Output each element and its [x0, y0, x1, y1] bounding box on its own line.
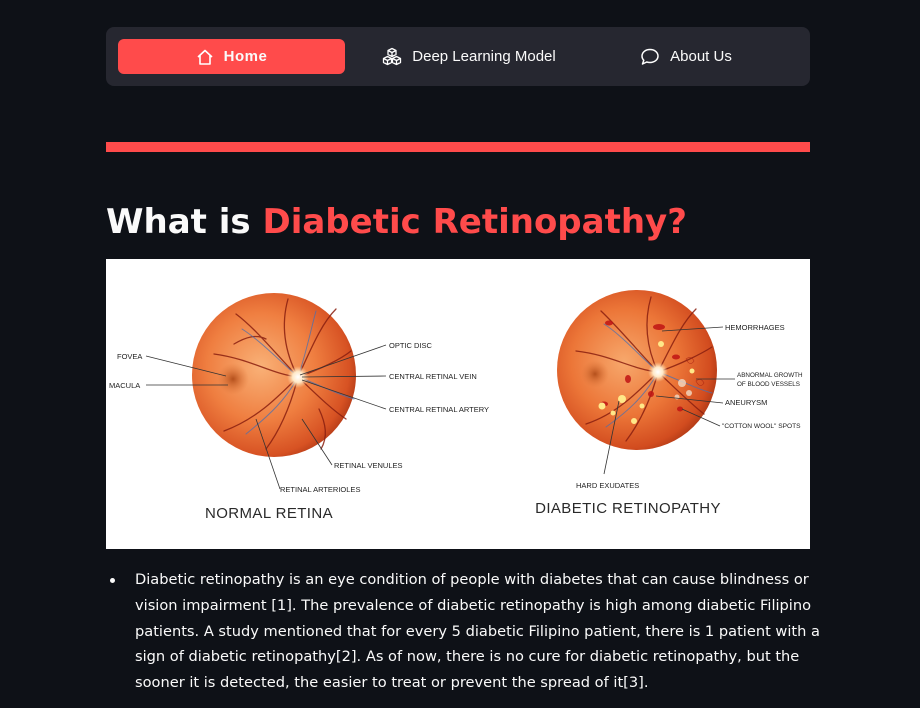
- label-hard-exudates: HARD EXUDATES: [576, 481, 639, 490]
- label-abnormal-growth-line2: OF BLOOD VESSELS: [737, 381, 800, 388]
- list-item: Diabetic retinopathy is an eye condition…: [110, 567, 839, 696]
- label-cotton-wool-spots: "COTTON WOOL" SPOTS: [722, 423, 801, 430]
- nav-about-us-label: About Us: [670, 48, 732, 65]
- retina-comparison-figure: FOVEA MACULA OPTIC DISC CENTRAL RETINAL …: [106, 259, 810, 549]
- caption-diabetic-retinopathy: DIABETIC RETINOPATHY: [535, 500, 721, 517]
- normal-fovea: [217, 363, 249, 395]
- nav-about-us-button[interactable]: About Us: [586, 39, 786, 74]
- normal-retina-eye: [192, 293, 356, 457]
- section-divider: [106, 142, 810, 152]
- caption-normal-retina: NORMAL RETINA: [205, 505, 333, 522]
- label-fovea: FOVEA: [117, 352, 142, 361]
- label-central-retinal-vein: CENTRAL RETINAL VEIN: [389, 372, 477, 381]
- label-abnormal-growth-line1: ABNORMAL GROWTH: [737, 372, 803, 379]
- nav-deep-learning-label: Deep Learning Model: [412, 48, 556, 65]
- info-bullet-list: Diabetic retinopathy is an eye condition…: [106, 567, 839, 696]
- title-highlight: Diabetic Retinopathy?: [262, 202, 687, 242]
- title-prefix: What is: [106, 202, 263, 242]
- page-title: What is Diabetic Retinopathy?: [106, 198, 687, 246]
- label-retinal-arterioles: RETINAL ARTERIOLES: [280, 485, 360, 494]
- label-optic-disc: OPTIC DISC: [389, 341, 433, 350]
- diabetic-retina-illustration: [557, 290, 717, 450]
- label-macula: MACULA: [109, 381, 140, 390]
- nav-home-label: Home: [223, 48, 268, 65]
- label-aneurysm: ANEURYSM: [725, 398, 767, 407]
- top-nav-bar: Home Deep Learning Model About Us: [106, 27, 810, 86]
- normal-retina-illustration: [192, 293, 356, 457]
- nav-home-button[interactable]: Home: [118, 39, 345, 74]
- chat-bubble-icon: [640, 47, 660, 67]
- label-retinal-venules: RETINAL VENULES: [334, 461, 403, 470]
- label-hemorrhages: HEMORRHAGES: [725, 323, 785, 332]
- label-central-retinal-artery: CENTRAL RETINAL ARTERY: [389, 405, 489, 414]
- cubes-icon: [382, 47, 402, 67]
- nav-deep-learning-button[interactable]: Deep Learning Model: [358, 39, 580, 74]
- diabetic-optic-disc: [648, 362, 668, 382]
- house-icon: [196, 48, 214, 66]
